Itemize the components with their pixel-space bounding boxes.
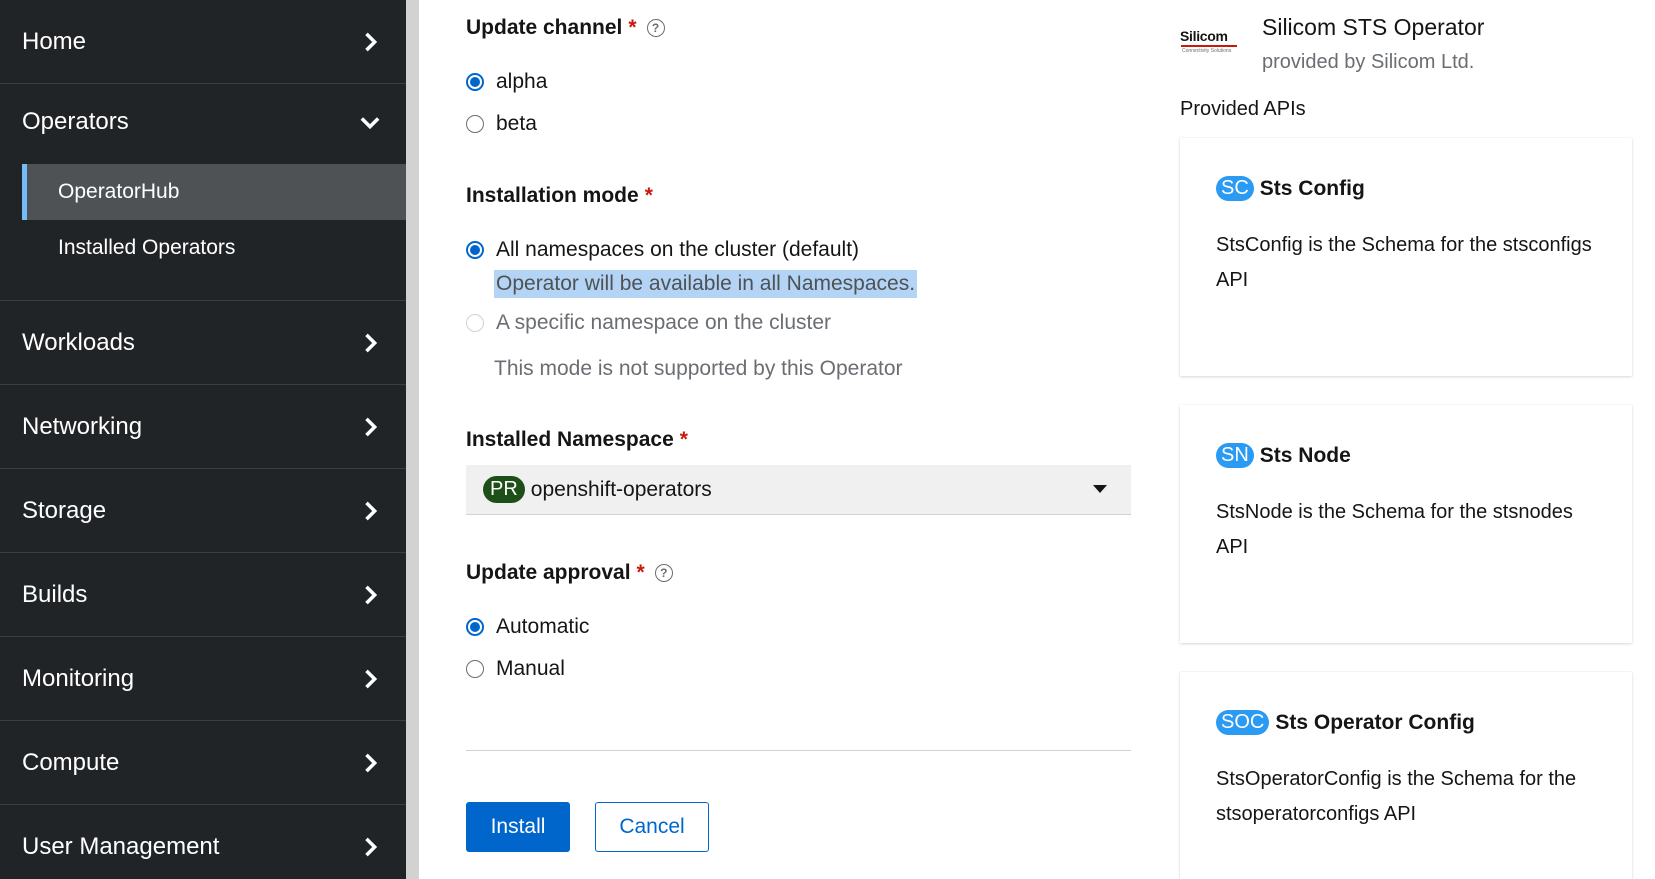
required-mark: * — [636, 561, 645, 584]
cancel-button[interactable]: Cancel — [595, 802, 709, 852]
sidebar-item-operatorhub[interactable]: OperatorHub — [22, 164, 406, 220]
sidebar-item-builds[interactable]: Builds — [0, 553, 406, 637]
required-mark: * — [644, 184, 653, 207]
sidebar-item-home[interactable]: Home — [0, 0, 406, 84]
api-card-header: SN Sts Node — [1216, 443, 1351, 468]
radio-specific-namespace: A specific namespace on the cluster — [466, 311, 831, 335]
chevron-right-icon — [356, 665, 384, 693]
radio-label: Automatic — [496, 615, 590, 638]
sidebar-item-label: Compute — [22, 748, 120, 776]
api-badge: SN — [1216, 443, 1254, 468]
sidebar-item-label: OperatorHub — [58, 180, 180, 203]
field-label: Update channel — [466, 16, 623, 39]
namespace-badge: PR — [483, 476, 525, 503]
sidebar-item-label: Workloads — [22, 328, 135, 356]
logo-tagline: Connectivity Solutions — [1182, 48, 1232, 54]
installed-namespace-label: Installed Namespace * — [466, 428, 688, 452]
radio-button — [466, 314, 484, 332]
field-label: Installed Namespace — [466, 428, 674, 451]
sidebar-nav: Home Operators OperatorHub Installed Ope… — [0, 0, 406, 879]
logo-text: Silicom — [1180, 28, 1228, 44]
api-card-sts-node: SN Sts Node StsNode is the Schema for th… — [1180, 405, 1632, 643]
operator-name: Silicom STS Operator — [1262, 14, 1485, 40]
sidebar-item-networking[interactable]: Networking — [0, 385, 406, 469]
required-mark: * — [628, 16, 637, 39]
sidebar-item-workloads[interactable]: Workloads — [0, 301, 406, 385]
logo-underline — [1181, 45, 1237, 47]
api-name: Sts Config — [1259, 176, 1365, 200]
api-description: StsOperatorConfig is the Schema for the … — [1216, 768, 1577, 825]
sidebar-item-label: Monitoring — [22, 664, 135, 692]
api-card-header: SC Sts Config — [1216, 176, 1365, 201]
sidebar-item-label: Home — [22, 27, 87, 55]
chevron-right-icon — [356, 28, 384, 56]
chevron-right-icon — [356, 497, 384, 525]
install-button[interactable]: Install — [466, 802, 570, 852]
radio-button[interactable] — [466, 115, 484, 133]
field-label: Update approval — [466, 561, 631, 584]
chevron-right-icon — [356, 833, 384, 861]
radio-label: All namespaces on the cluster (default) — [496, 238, 860, 261]
help-circle-icon[interactable]: ? — [654, 564, 673, 582]
radio-button[interactable] — [466, 73, 484, 91]
required-mark: * — [679, 428, 688, 451]
radio-label: A specific namespace on the cluster — [496, 311, 832, 334]
sidebar-item-label: Storage — [22, 496, 107, 524]
chevron-right-icon — [356, 329, 384, 357]
update-approval-label: Update approval * ? — [466, 561, 673, 585]
radio-all-namespaces[interactable]: All namespaces on the cluster (default) — [466, 238, 859, 262]
sidebar-item-user-management[interactable]: User Management — [0, 805, 406, 879]
radio-label: Manual — [496, 657, 565, 680]
api-name: Sts Node — [1259, 443, 1351, 467]
sidebar-item-installed-operators[interactable]: Installed Operators — [22, 220, 406, 276]
sidebar-item-storage[interactable]: Storage — [0, 469, 406, 553]
operator-provider: provided by Silicom Ltd. — [1262, 51, 1475, 73]
radio-button[interactable] — [466, 618, 484, 636]
form-divider — [466, 750, 1131, 751]
api-description: StsConfig is the Schema for the stsconfi… — [1216, 234, 1592, 291]
sidebar-item-label: Builds — [22, 580, 88, 608]
sidebar-item-monitoring[interactable]: Monitoring — [0, 637, 406, 721]
radio-channel-alpha[interactable]: alpha — [466, 70, 547, 94]
radio-button[interactable] — [466, 660, 484, 678]
sidebar-item-operators[interactable]: Operators — [0, 80, 406, 164]
update-channel-label: Update channel * ? — [466, 16, 665, 40]
api-card-sts-config: SC Sts Config StsConfig is the Schema fo… — [1180, 138, 1632, 376]
sidebar-item-label: Networking — [22, 412, 143, 440]
sidebar-item-label: Installed Operators — [58, 236, 236, 259]
radio-button[interactable] — [466, 241, 484, 259]
help-circle-icon[interactable]: ? — [646, 19, 665, 37]
radio-approval-manual[interactable]: Manual — [466, 657, 565, 681]
operator-logo: Silicom Connectivity Solutions — [1180, 28, 1242, 58]
api-card-header: SOC Sts Operator Config — [1216, 710, 1475, 735]
sidebar-item-compute[interactable]: Compute — [0, 721, 406, 805]
api-badge: SC — [1216, 176, 1254, 201]
provided-apis-title: Provided APIs — [1180, 98, 1306, 120]
radio-approval-automatic[interactable]: Automatic — [466, 615, 589, 639]
radio-channel-beta[interactable]: beta — [466, 112, 537, 136]
sidebar-scrollbar[interactable] — [406, 0, 419, 879]
api-name: Sts Operator Config — [1275, 710, 1475, 734]
api-card-sts-operator-config: SOC Sts Operator Config StsOperatorConfi… — [1180, 672, 1632, 879]
chevron-right-icon — [356, 581, 384, 609]
all-namespaces-description: Operator will be available in all Namesp… — [494, 270, 918, 298]
api-badge: SOC — [1216, 710, 1270, 735]
caret-down-icon — [1093, 485, 1107, 493]
radio-label: alpha — [496, 70, 548, 93]
chevron-right-icon — [356, 749, 384, 777]
chevron-down-icon — [356, 108, 384, 136]
radio-label: beta — [496, 112, 537, 135]
sidebar-item-label: Operators — [22, 108, 129, 135]
field-label: Installation mode — [466, 184, 639, 207]
sidebar-item-label: User Management — [22, 833, 220, 860]
namespace-select[interactable]: PR openshift-operators — [466, 465, 1131, 515]
namespace-value: openshift-operators — [530, 477, 712, 501]
specific-namespace-description: This mode is not supported by this Opera… — [494, 357, 903, 380]
chevron-right-icon — [356, 413, 384, 441]
api-description: StsNode is the Schema for the stsnodes A… — [1216, 501, 1573, 558]
installation-mode-label: Installation mode * — [466, 184, 653, 208]
